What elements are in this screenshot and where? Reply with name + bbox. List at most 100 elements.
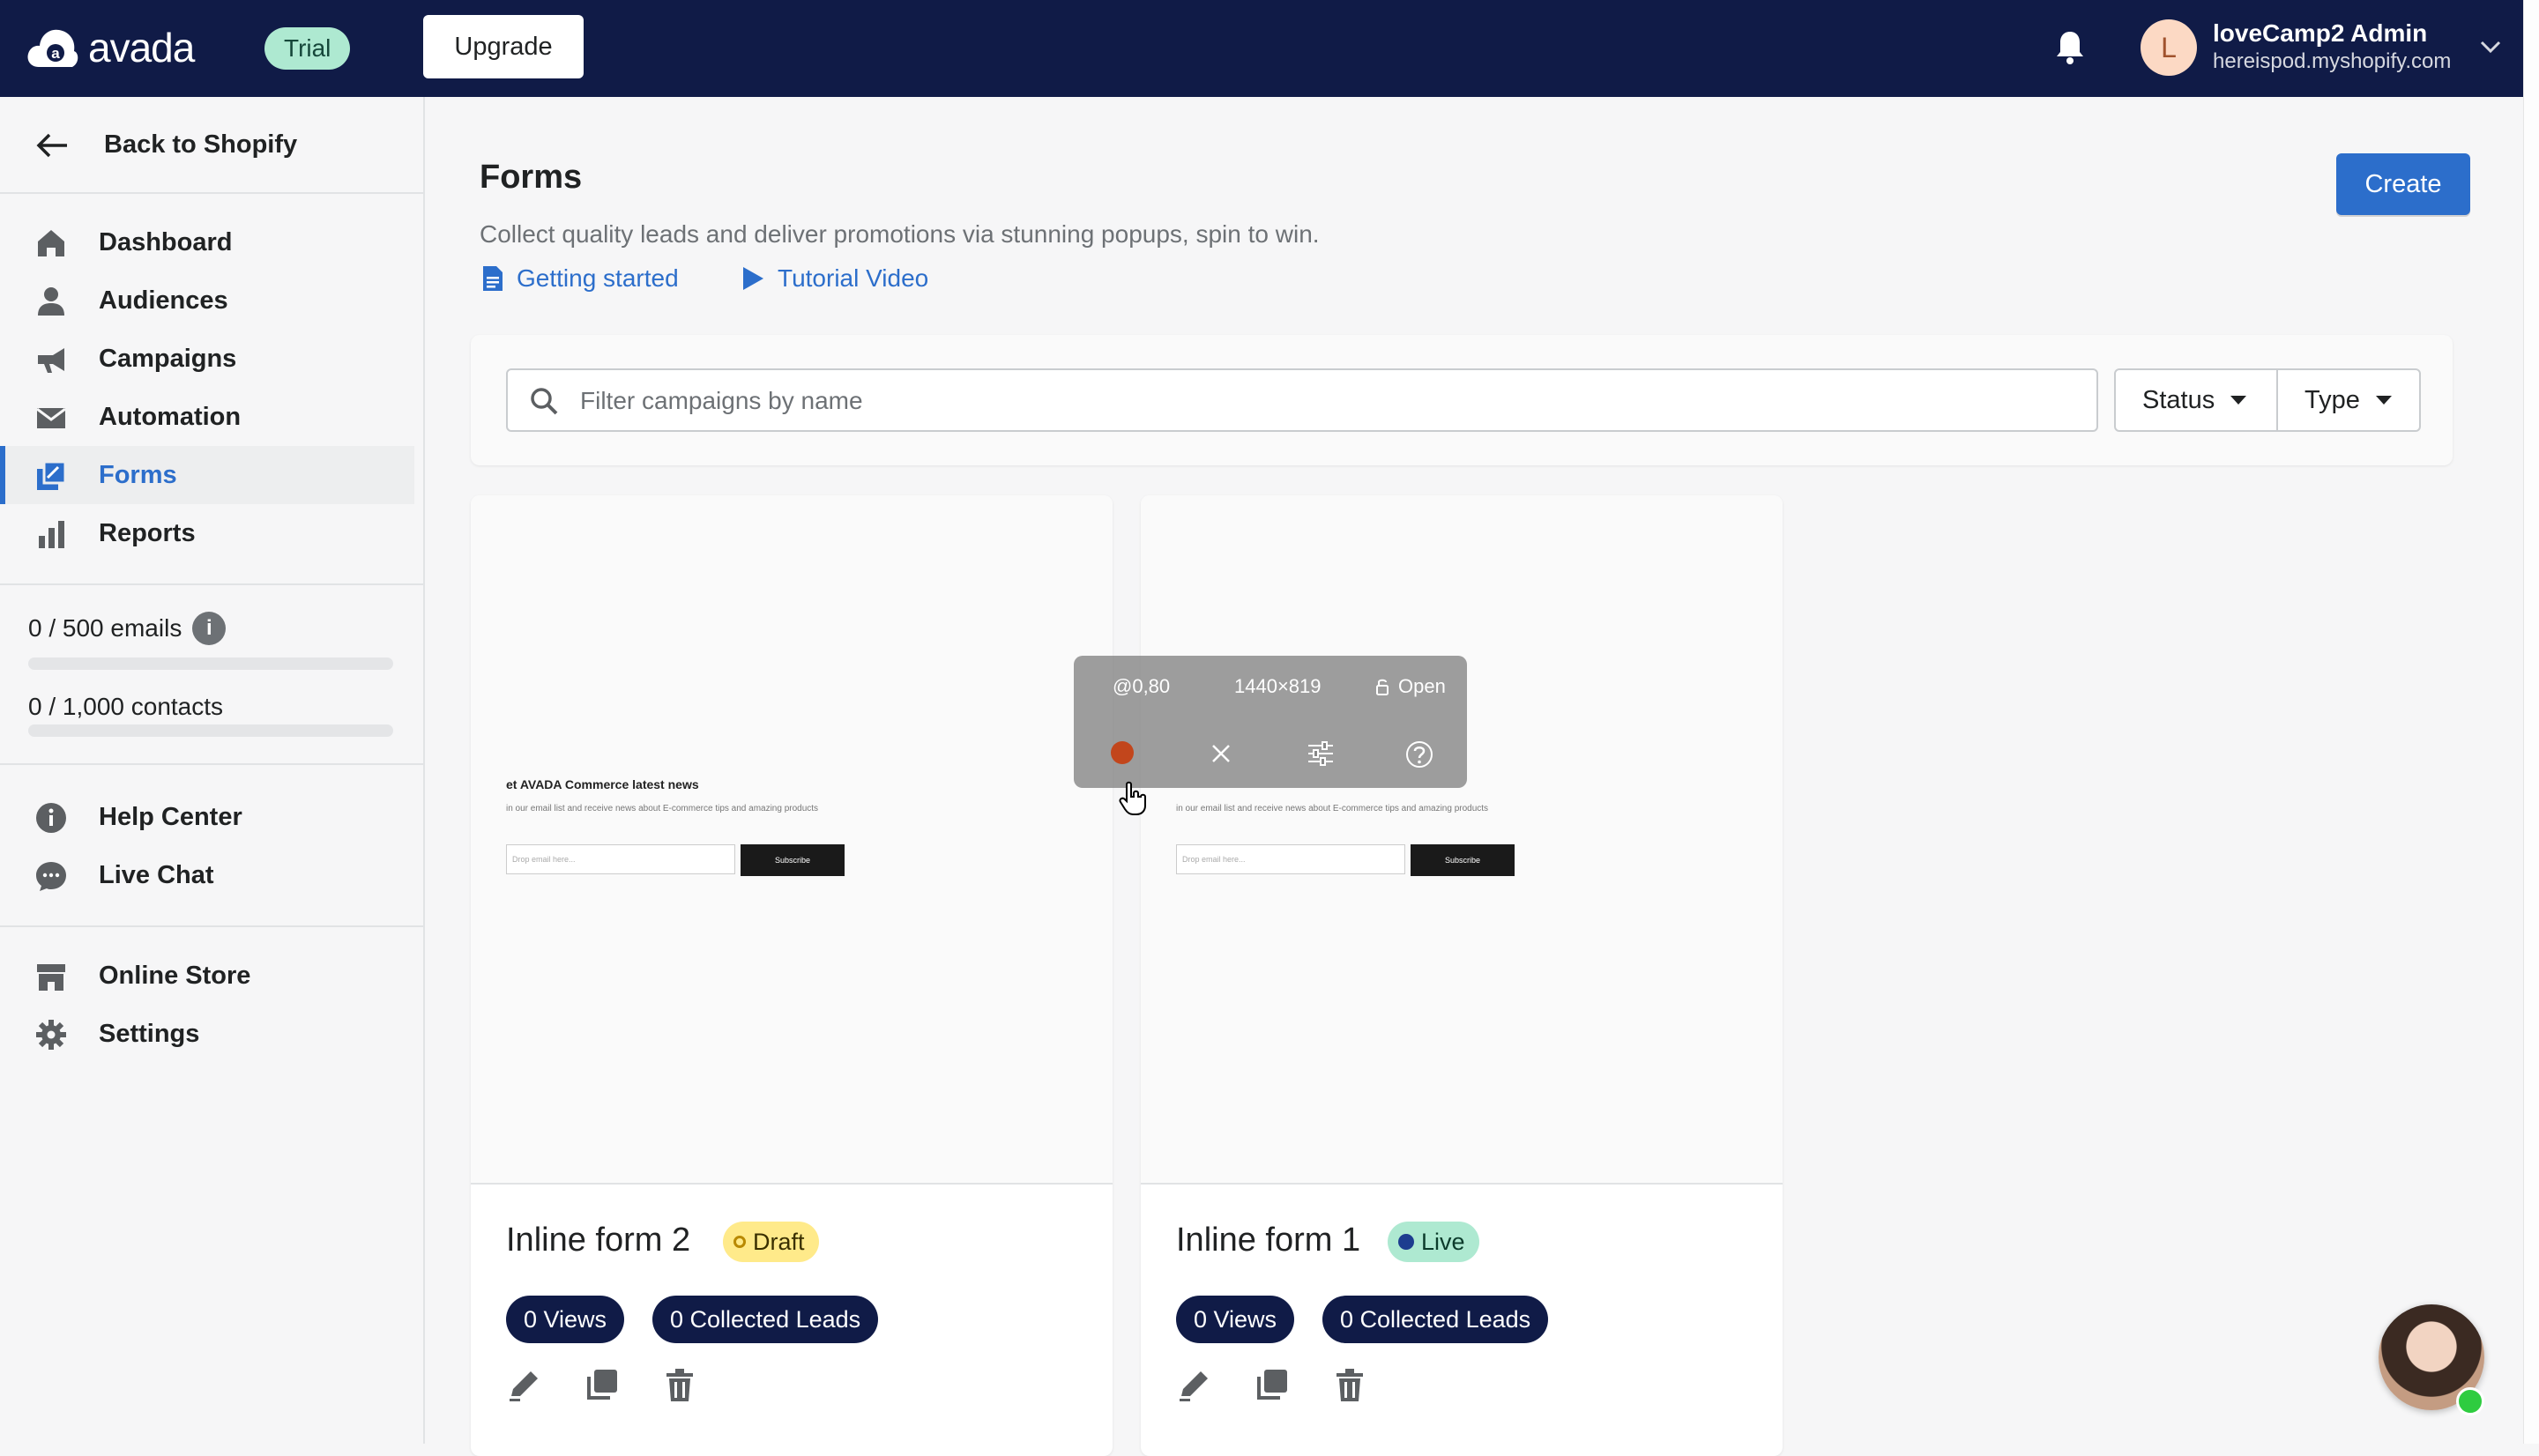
top-bar: a avada Trial Upgrade L loveCamp2 Admin … [0,0,2539,97]
document-icon [483,266,503,291]
preview-subscribe-button: Subscribe [741,844,845,876]
form-preview[interactable]: in our email list and receive news about… [1141,495,1783,1185]
sidebar-item-online-store[interactable]: Online Store [0,947,414,1005]
avada-logo[interactable]: a avada [26,23,195,72]
lock-label: Open [1398,675,1446,697]
type-filter-button[interactable]: Type [2276,368,2421,432]
form-title[interactable]: Inline form 1 [1176,1222,1360,1259]
live-status-icon [1398,1234,1414,1250]
preview-heading: et AVADA Commerce latest news [506,777,699,791]
duplicate-icon[interactable] [584,1366,621,1403]
sidebar-divider [0,583,423,585]
trash-icon[interactable] [661,1366,698,1403]
person-icon [38,287,64,316]
sidebar-item-label: Settings [99,1019,200,1048]
close-icon[interactable] [1210,742,1232,765]
bell-icon[interactable] [2054,28,2086,67]
envelope-icon [36,407,66,428]
sidebar-item-help-center[interactable]: Help Center [0,788,414,846]
sidebar-item-label: Forms [99,460,177,489]
info-icon [36,803,66,833]
views-pill: 0 Views [1176,1296,1295,1343]
record-button[interactable] [1111,741,1134,764]
preview-description: in our email list and receive news about… [1176,804,1489,813]
back-label: Back to Shopify [104,130,298,159]
user-avatar[interactable]: L [2141,19,2197,76]
status-badge-label: Live [1421,1228,1465,1255]
page-title: Forms [480,159,583,196]
preview-subscribe-button: Subscribe [1411,844,1515,876]
page-subtitle: Collect quality leads and deliver promot… [480,220,1320,248]
unlock-icon [1376,679,1389,695]
form-card-inline-form-2[interactable]: et AVADA Commerce latest news in our ema… [471,495,1113,1456]
sidebar-item-campaigns[interactable]: Campaigns [0,330,414,388]
status-badge: Draft [723,1222,819,1262]
trash-icon[interactable] [1331,1366,1368,1403]
duplicate-icon[interactable] [1254,1366,1291,1403]
getting-started-link[interactable]: Getting started [481,264,679,293]
svg-text:a: a [51,45,60,62]
caret-down-icon [2230,396,2247,405]
sidebar-item-dashboard[interactable]: Dashboard [0,213,414,271]
preview-email-input: Drop email here... [1176,844,1405,874]
help-icon[interactable] [1405,740,1433,769]
contacts-usage: 0 / 1,000 contacts [28,693,223,721]
caret-down-icon [2375,396,2392,405]
scrollbar[interactable] [2523,0,2539,1444]
sidebar-item-label: Help Center [99,802,242,831]
play-icon [743,267,763,290]
sidebar-item-settings[interactable]: Settings [0,1005,414,1063]
sidebar-item-live-chat[interactable]: Live Chat [0,846,414,904]
upgrade-button[interactable]: Upgrade [423,15,584,78]
sidebar-item-label: Online Store [99,961,251,990]
user-name[interactable]: loveCamp2 Admin [2213,19,2427,48]
edit-icon[interactable] [506,1366,543,1403]
back-to-shopify-link[interactable]: Back to Shopify [35,130,297,160]
chevron-down-icon[interactable] [2479,39,2502,55]
sidebar-item-label: Reports [99,518,196,547]
contacts-usage-bar [28,724,393,737]
bar-chart-icon [39,521,64,548]
edit-icon[interactable] [1176,1366,1213,1403]
cloud-logo-icon: a [27,29,78,67]
contacts-usage-label: 0 / 1,000 contacts [28,693,224,720]
search-box[interactable] [506,368,2098,432]
preview-email-input: Drop email here... [506,844,735,874]
sliders-icon[interactable] [1307,740,1335,767]
sidebar-item-label: Live Chat [99,860,214,889]
sidebar-item-automation[interactable]: Automation [0,388,414,446]
form-title[interactable]: Inline form 2 [506,1222,690,1259]
collected-leads-pill: 0 Collected Leads [652,1296,879,1343]
form-preview[interactable]: et AVADA Commerce latest news in our ema… [471,495,1113,1185]
sidebar: Back to Shopify Dashboard Audiences Camp… [0,97,425,1444]
search-input[interactable] [578,381,2063,421]
position-readout: @0,80 [1113,675,1171,697]
sidebar-divider [0,925,423,927]
info-icon[interactable]: i [192,612,227,645]
tutorial-video-link[interactable]: Tutorial Video [741,264,928,293]
search-icon [531,388,558,415]
email-usage: 0 / 500 emails i [28,612,227,645]
sidebar-item-label: Audiences [99,286,228,315]
hand-cursor-icon [1119,781,1146,815]
status-badge-label: Draft [753,1228,805,1255]
sidebar-item-forms[interactable]: Forms [0,446,414,504]
status-filter-button[interactable]: Status [2114,368,2278,432]
chat-icon [36,862,66,891]
lock-toggle[interactable]: Open [1375,675,1446,698]
status-filter-label: Status [2142,385,2215,414]
sidebar-item-audiences[interactable]: Audiences [0,271,414,330]
size-readout: 1440×819 [1234,675,1322,697]
sidebar-item-reports[interactable]: Reports [0,504,414,562]
email-usage-label: 0 / 500 emails [28,614,182,642]
forms-icon [37,460,67,490]
getting-started-label: Getting started [517,264,679,292]
create-button[interactable]: Create [2336,153,2470,215]
collected-leads-pill: 0 Collected Leads [1322,1296,1549,1343]
form-card-inline-form-1[interactable]: in our email list and receive news about… [1141,495,1783,1456]
filter-card: Status Type [471,335,2453,465]
user-shop-domain[interactable]: hereispod.myshopify.com [2213,49,2451,74]
arrow-left-icon [36,133,67,157]
store-icon [37,964,65,991]
views-pill: 0 Views [506,1296,625,1343]
